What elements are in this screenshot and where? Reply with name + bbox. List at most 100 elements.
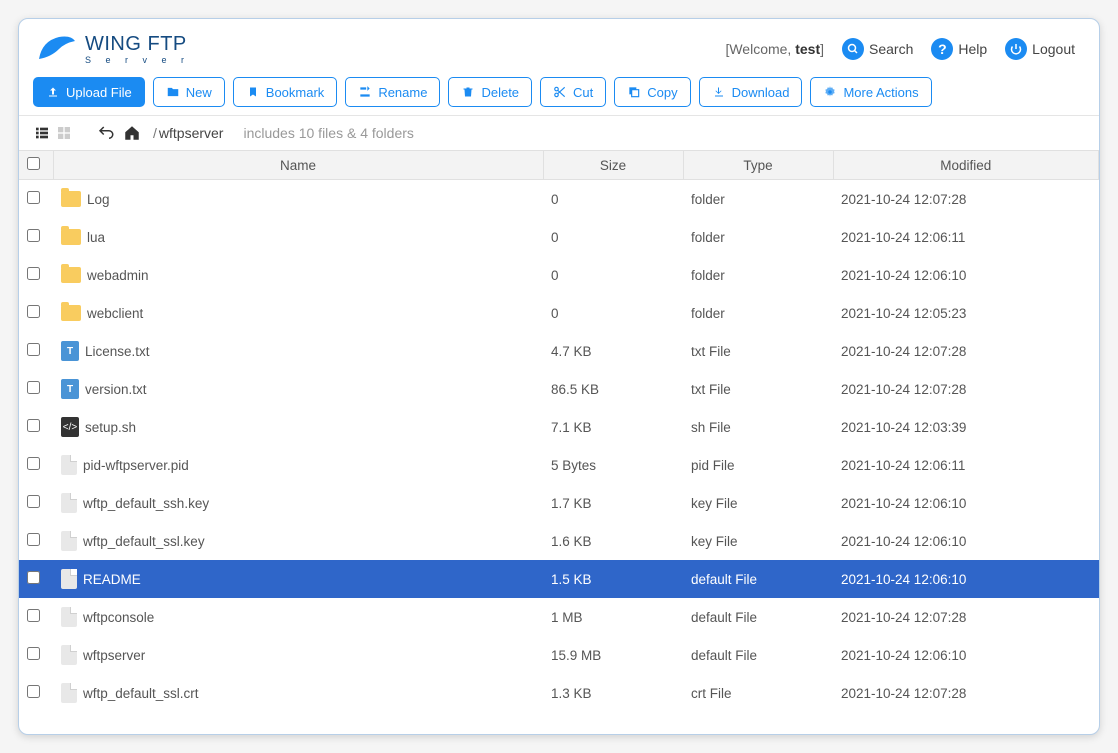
table-row[interactable]: README1.5 KBdefault File2021-10-24 12:06…: [19, 560, 1099, 598]
table-row[interactable]: wftpconsole1 MBdefault File2021-10-24 12…: [19, 598, 1099, 636]
row-checkbox[interactable]: [27, 191, 40, 204]
row-checkbox[interactable]: [27, 609, 40, 622]
file-modified: 2021-10-24 12:07:28: [833, 598, 1099, 636]
breadcrumb-path[interactable]: /wftpserver: [151, 125, 223, 141]
txt-file-icon: T: [61, 341, 79, 361]
breadcrumb-bar: /wftpserver includes 10 files & 4 folder…: [19, 116, 1099, 150]
file-modified: 2021-10-24 12:06:10: [833, 636, 1099, 674]
upload-icon: [46, 85, 60, 99]
file-name: wftp_default_ssl.crt: [83, 686, 199, 701]
row-checkbox[interactable]: [27, 381, 40, 394]
rename-icon: [358, 85, 372, 99]
new-button[interactable]: New: [153, 77, 225, 107]
column-size[interactable]: Size: [543, 151, 683, 180]
list-view-icon[interactable]: [33, 124, 51, 142]
grid-view-icon[interactable]: [55, 124, 73, 142]
file-icon: [61, 455, 77, 475]
bookmark-button[interactable]: Bookmark: [233, 77, 338, 107]
file-modified: 2021-10-24 12:06:11: [833, 446, 1099, 484]
help-icon: ?: [931, 38, 953, 60]
table-row[interactable]: Tversion.txt86.5 KBtxt File2021-10-24 12…: [19, 370, 1099, 408]
logo-subtitle: S e r v e r: [85, 56, 190, 65]
table-row[interactable]: Log0folder2021-10-24 12:07:28: [19, 180, 1099, 219]
file-modified: 2021-10-24 12:07:28: [833, 180, 1099, 219]
column-type[interactable]: Type: [683, 151, 833, 180]
row-checkbox[interactable]: [27, 457, 40, 470]
cut-button[interactable]: Cut: [540, 77, 606, 107]
row-checkbox[interactable]: [27, 267, 40, 280]
welcome-message: [Welcome, test]: [725, 41, 824, 57]
file-modified: 2021-10-24 12:07:28: [833, 332, 1099, 370]
file-type: key File: [683, 522, 833, 560]
folder-icon: [61, 305, 81, 321]
file-modified: 2021-10-24 12:06:10: [833, 256, 1099, 294]
file-type: folder: [683, 218, 833, 256]
scissors-icon: [553, 85, 567, 99]
app-window: WING FTP S e r v e r [Welcome, test] Sea…: [18, 18, 1100, 735]
file-size: 15.9 MB: [543, 636, 683, 674]
row-checkbox[interactable]: [27, 571, 40, 584]
search-button[interactable]: Search: [842, 38, 913, 60]
folder-icon: [61, 229, 81, 245]
file-modified: 2021-10-24 12:06:10: [833, 560, 1099, 598]
file-type: txt File: [683, 332, 833, 370]
row-checkbox[interactable]: [27, 685, 40, 698]
help-button[interactable]: ? Help: [931, 38, 987, 60]
table-row[interactable]: webclient0folder2021-10-24 12:05:23: [19, 294, 1099, 332]
file-size: 7.1 KB: [543, 408, 683, 446]
table-row[interactable]: wftp_default_ssh.key1.7 KBkey File2021-1…: [19, 484, 1099, 522]
file-icon: [61, 531, 77, 551]
row-checkbox[interactable]: [27, 229, 40, 242]
copy-button[interactable]: Copy: [614, 77, 690, 107]
file-type: default File: [683, 560, 833, 598]
rename-button[interactable]: Rename: [345, 77, 440, 107]
table-row[interactable]: </>setup.sh7.1 KBsh File2021-10-24 12:03…: [19, 408, 1099, 446]
row-checkbox[interactable]: [27, 647, 40, 660]
download-icon: [712, 85, 726, 99]
logout-button[interactable]: Logout: [1005, 38, 1075, 60]
file-name: License.txt: [85, 344, 150, 359]
column-name[interactable]: Name: [53, 151, 543, 180]
back-icon[interactable]: [97, 124, 115, 142]
column-select-all: [19, 151, 53, 180]
file-name: pid-wftpserver.pid: [83, 458, 189, 473]
row-checkbox[interactable]: [27, 419, 40, 432]
file-name: Log: [87, 192, 110, 207]
file-modified: 2021-10-24 12:06:10: [833, 522, 1099, 560]
download-button[interactable]: Download: [699, 77, 803, 107]
breadcrumb-info: includes 10 files & 4 folders: [243, 125, 413, 141]
file-type: folder: [683, 180, 833, 219]
table-row[interactable]: wftp_default_ssl.key1.6 KBkey File2021-1…: [19, 522, 1099, 560]
file-type: folder: [683, 256, 833, 294]
file-type: sh File: [683, 408, 833, 446]
file-type: pid File: [683, 446, 833, 484]
home-icon[interactable]: [123, 124, 141, 142]
file-size: 1.5 KB: [543, 560, 683, 598]
toolbar: Upload File New Bookmark Rename Delete C…: [19, 73, 1099, 116]
file-type: txt File: [683, 370, 833, 408]
table-row[interactable]: webadmin0folder2021-10-24 12:06:10: [19, 256, 1099, 294]
column-modified[interactable]: Modified: [833, 151, 1099, 180]
table-row[interactable]: lua0folder2021-10-24 12:06:11: [19, 218, 1099, 256]
file-table-container[interactable]: Name Size Type Modified Log0folder2021-1…: [19, 150, 1099, 713]
row-checkbox[interactable]: [27, 533, 40, 546]
row-checkbox[interactable]: [27, 343, 40, 356]
logo-title: WING FTP: [85, 34, 190, 54]
table-row[interactable]: wftp_default_ssl.crt1.3 KBcrt File2021-1…: [19, 674, 1099, 712]
more-actions-button[interactable]: More Actions: [810, 77, 931, 107]
delete-button[interactable]: Delete: [448, 77, 532, 107]
file-modified: 2021-10-24 12:06:10: [833, 484, 1099, 522]
upload-button[interactable]: Upload File: [33, 77, 145, 107]
row-checkbox[interactable]: [27, 495, 40, 508]
select-all-checkbox[interactable]: [27, 157, 40, 170]
file-size: 0: [543, 256, 683, 294]
table-row[interactable]: wftpserver15.9 MBdefault File2021-10-24 …: [19, 636, 1099, 674]
power-icon: [1005, 38, 1027, 60]
table-row[interactable]: TLicense.txt4.7 KBtxt File2021-10-24 12:…: [19, 332, 1099, 370]
search-icon: [842, 38, 864, 60]
row-checkbox[interactable]: [27, 305, 40, 318]
file-type: folder: [683, 294, 833, 332]
trash-icon: [461, 85, 475, 99]
file-name: setup.sh: [85, 420, 136, 435]
table-row[interactable]: pid-wftpserver.pid5 Bytespid File2021-10…: [19, 446, 1099, 484]
